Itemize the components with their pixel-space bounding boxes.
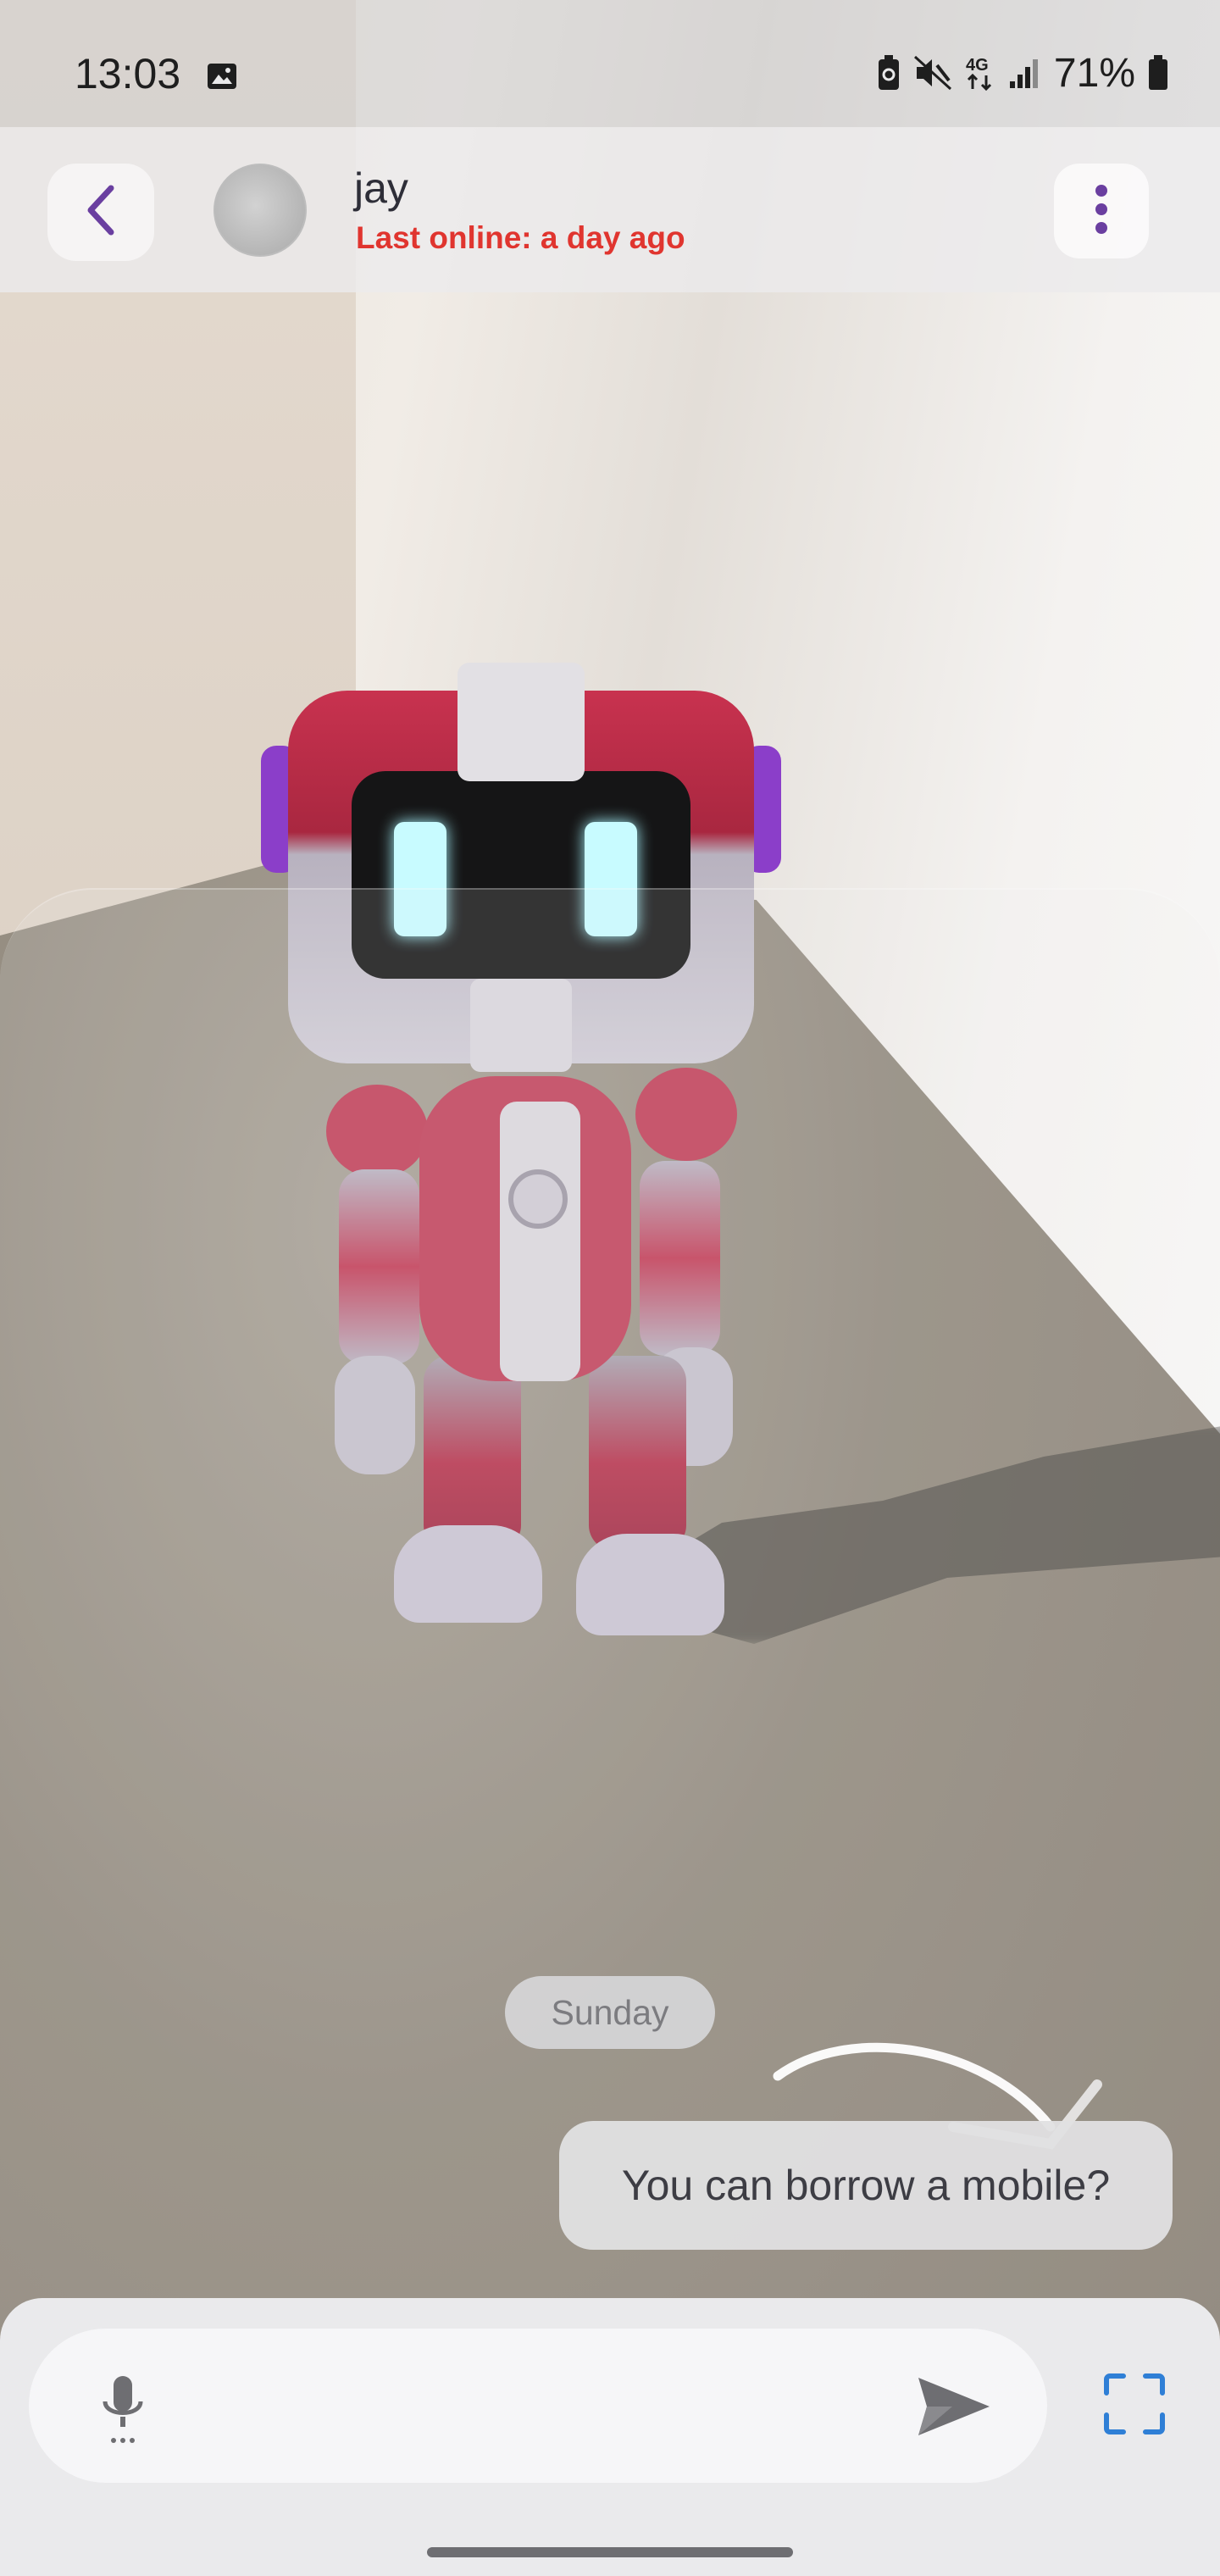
contact-avatar[interactable] <box>214 164 307 257</box>
chat-header: jay Last online: a day ago <box>0 127 1220 292</box>
contact-name[interactable]: jay <box>354 164 408 213</box>
send-icon[interactable] <box>915 2374 993 2439</box>
mic-icon[interactable] <box>93 2373 152 2449</box>
robot-head-cap <box>458 663 585 781</box>
home-indicator[interactable] <box>427 2547 793 2557</box>
more-options-button[interactable] <box>1054 164 1149 258</box>
status-bar: 13:03 4G 71% <box>0 0 1220 127</box>
chevron-left-icon <box>84 183 118 242</box>
battery-percent: 71% <box>1053 50 1135 96</box>
battery-saver-icon <box>876 54 901 92</box>
last-online-status: Last online: a day ago <box>356 220 685 255</box>
mute-icon <box>913 55 952 91</box>
back-button[interactable] <box>47 164 154 261</box>
scan-frame-icon[interactable] <box>1103 2373 1166 2435</box>
more-vert-icon <box>1093 182 1110 241</box>
status-time: 13:03 <box>75 50 181 97</box>
signal-icon <box>1008 56 1042 90</box>
day-separator: Sunday <box>505 1976 715 2049</box>
message-bubble-sent[interactable]: You can borrow a mobile? <box>559 2121 1173 2250</box>
battery-icon <box>1147 54 1169 92</box>
svg-text:4G: 4G <box>966 56 989 75</box>
message-input[interactable] <box>186 2364 884 2451</box>
status-indicators: 4G 71% <box>876 49 1169 97</box>
image-icon <box>206 62 238 91</box>
network-4g-icon: 4G <box>964 53 996 92</box>
